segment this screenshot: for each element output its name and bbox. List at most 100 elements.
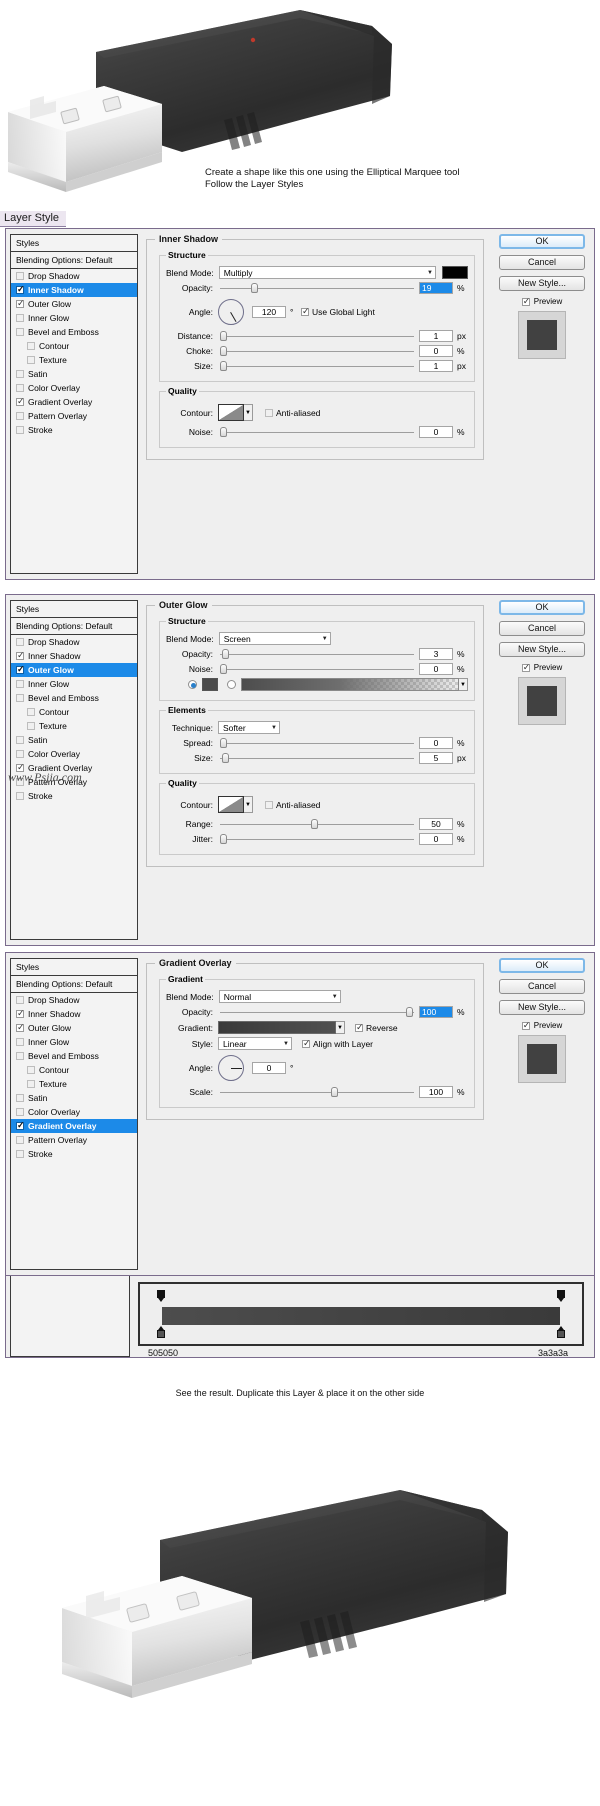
checkbox-bevel-and-emboss[interactable]: [16, 694, 24, 702]
checkbox-box[interactable]: [521, 296, 530, 306]
distance-value[interactable]: 1: [419, 330, 453, 342]
size-slider[interactable]: [220, 360, 414, 372]
style-item-gradient-overlay[interactable]: Gradient Overlay: [11, 1119, 137, 1133]
checkbox-box[interactable]: [265, 408, 273, 417]
blend-mode-select[interactable]: Screen ▼: [218, 632, 331, 645]
checkbox-inner-glow[interactable]: [16, 314, 24, 322]
checkbox-box[interactable]: [302, 1038, 311, 1048]
checkbox-contour[interactable]: [27, 1066, 35, 1074]
chevron-down-icon[interactable]: ▼: [336, 1021, 345, 1034]
checkbox-contour[interactable]: [27, 342, 35, 350]
opacity-slider[interactable]: [220, 648, 414, 660]
angle-value[interactable]: 0: [252, 1062, 286, 1074]
slider-knob[interactable]: [220, 331, 227, 341]
spread-slider[interactable]: [220, 737, 414, 749]
ok-button[interactable]: OK: [499, 958, 585, 973]
styles-list[interactable]: Styles Blending Options: Default Drop Sh…: [10, 958, 138, 1270]
checkbox-inner-shadow[interactable]: [16, 1008, 25, 1018]
checkbox-bevel-and-emboss[interactable]: [16, 1052, 24, 1060]
opacity-value[interactable]: 3: [419, 648, 453, 660]
checkbox-inner-shadow[interactable]: [16, 650, 25, 660]
style-item-outer-glow[interactable]: Outer Glow: [11, 297, 137, 311]
checkbox-gradient-overlay[interactable]: [16, 396, 25, 406]
checkbox-inner-glow[interactable]: [16, 680, 24, 688]
checkbox-stroke[interactable]: [16, 426, 24, 434]
ok-button[interactable]: OK: [499, 234, 585, 249]
angle-value[interactable]: 120: [252, 306, 286, 318]
checkbox-drop-shadow[interactable]: [16, 996, 24, 1004]
checkbox-satin[interactable]: [16, 736, 24, 744]
style-item-color-overlay[interactable]: Color Overlay: [11, 1105, 137, 1119]
style-item-contour[interactable]: Contour: [11, 705, 137, 719]
blend-mode-select[interactable]: Multiply ▼: [218, 266, 436, 279]
distance-slider[interactable]: [220, 330, 414, 342]
radio-solid-color[interactable]: [188, 680, 197, 689]
checkbox-outer-glow[interactable]: [16, 664, 25, 674]
checkbox-color-overlay[interactable]: [16, 1108, 24, 1116]
style-item-inner-shadow[interactable]: Inner Shadow: [11, 283, 137, 297]
chevron-down-icon[interactable]: ▼: [244, 404, 253, 421]
style-item-inner-glow[interactable]: Inner Glow: [11, 1035, 137, 1049]
new-style-button[interactable]: New Style...: [499, 276, 585, 291]
style-item-color-overlay[interactable]: Color Overlay: [11, 381, 137, 395]
jitter-slider[interactable]: [220, 833, 414, 845]
checkbox-box[interactable]: [521, 1020, 530, 1030]
angle-dial[interactable]: [218, 299, 244, 325]
new-style-button[interactable]: New Style...: [499, 642, 585, 657]
slider-knob[interactable]: [220, 346, 227, 356]
checkbox-box[interactable]: [521, 662, 530, 672]
layer-style-dialog-gradient-overlay[interactable]: Styles Blending Options: Default Drop Sh…: [5, 952, 595, 1276]
chevron-down-icon[interactable]: ▼: [244, 796, 253, 813]
blend-mode-select[interactable]: Normal ▼: [218, 990, 341, 1003]
preview-checkbox[interactable]: Preview: [494, 296, 590, 306]
checkbox-color-overlay[interactable]: [16, 384, 24, 392]
chevron-down-icon[interactable]: ▼: [459, 678, 468, 691]
align-with-layer-checkbox[interactable]: Align with Layer: [302, 1038, 373, 1049]
style-item-inner-glow[interactable]: Inner Glow: [11, 311, 137, 325]
style-item-drop-shadow[interactable]: Drop Shadow: [11, 993, 137, 1007]
choke-slider[interactable]: [220, 345, 414, 357]
gradient-stop-top-left[interactable]: [156, 1290, 166, 1302]
style-item-inner-shadow[interactable]: Inner Shadow: [11, 1007, 137, 1021]
checkbox-box[interactable]: [265, 800, 273, 809]
noise-value[interactable]: 0: [419, 663, 453, 675]
scale-value[interactable]: 100: [419, 1086, 453, 1098]
layer-style-dialog-outer-glow[interactable]: Styles Blending Options: Default Drop Sh…: [5, 594, 595, 946]
styles-list[interactable]: Styles Blending Options: Default Drop Sh…: [10, 234, 138, 574]
checkbox-drop-shadow[interactable]: [16, 272, 24, 280]
style-item-outer-glow[interactable]: Outer Glow: [11, 1021, 137, 1035]
contour-preview[interactable]: [218, 796, 244, 813]
slider-knob[interactable]: [251, 283, 259, 293]
style-item-contour[interactable]: Contour: [11, 339, 137, 353]
noise-value[interactable]: 0: [419, 426, 453, 438]
style-item-drop-shadow[interactable]: Drop Shadow: [11, 635, 137, 649]
style-item-satin[interactable]: Satin: [11, 367, 137, 381]
checkbox-bevel-and-emboss[interactable]: [16, 328, 24, 336]
slider-knob[interactable]: [406, 1007, 414, 1017]
style-item-texture[interactable]: Texture: [11, 719, 137, 733]
opacity-slider[interactable]: [220, 282, 414, 294]
styles-list-continued[interactable]: [10, 1276, 130, 1357]
slider-knob[interactable]: [221, 753, 229, 763]
cancel-button[interactable]: Cancel: [499, 255, 585, 270]
technique-select[interactable]: Softer ▼: [218, 721, 280, 734]
size-slider[interactable]: [220, 752, 414, 764]
glow-color-swatch[interactable]: [202, 678, 218, 691]
checkbox-texture[interactable]: [27, 722, 35, 730]
style-item-pattern-overlay[interactable]: Pattern Overlay: [11, 409, 137, 423]
slider-knob[interactable]: [220, 361, 227, 371]
style-item-satin[interactable]: Satin: [11, 733, 137, 747]
layer-style-tab[interactable]: Layer Style: [0, 211, 67, 227]
angle-dial[interactable]: [218, 1055, 244, 1081]
use-global-light-checkbox[interactable]: Use Global Light: [301, 306, 375, 317]
checkbox-drop-shadow[interactable]: [16, 638, 24, 646]
gradient-stop-bottom-left[interactable]: [156, 1326, 166, 1338]
style-item-bevel-and-emboss[interactable]: Bevel and Emboss: [11, 691, 137, 705]
noise-slider[interactable]: [220, 663, 414, 675]
style-item-outer-glow[interactable]: Outer Glow: [11, 663, 137, 677]
style-item-satin[interactable]: Satin: [11, 1091, 137, 1105]
new-style-button[interactable]: New Style...: [499, 1000, 585, 1015]
style-item-stroke[interactable]: Stroke: [11, 423, 137, 437]
gradient-editor-bar[interactable]: [162, 1307, 560, 1325]
checkbox-inner-shadow[interactable]: [16, 284, 25, 294]
